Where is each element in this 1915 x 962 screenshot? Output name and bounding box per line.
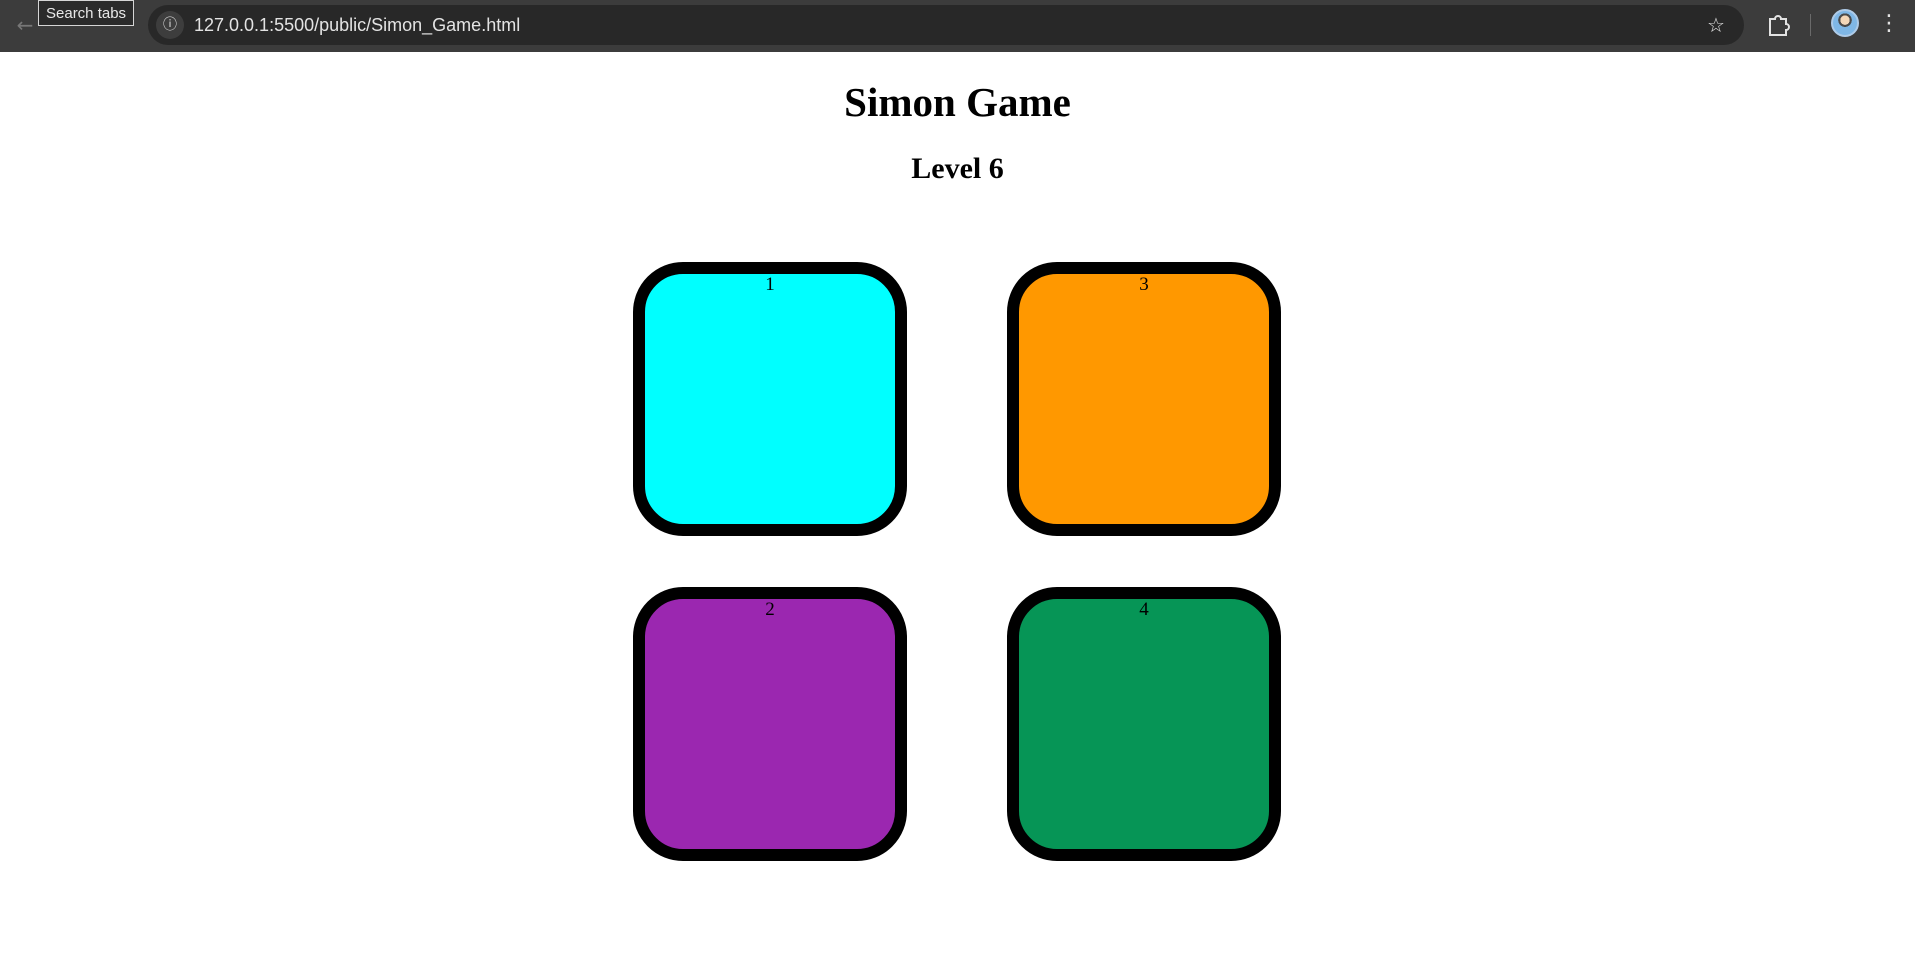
game-button-label: 2 bbox=[765, 599, 775, 620]
game-button-4[interactable]: 4 bbox=[1007, 587, 1281, 861]
game-button-2[interactable]: 2 bbox=[633, 587, 907, 861]
avatar[interactable] bbox=[1831, 9, 1859, 37]
info-icon[interactable]: ⓘ bbox=[156, 11, 184, 39]
toolbar-divider bbox=[1810, 14, 1811, 36]
level-title: Level 6 bbox=[911, 152, 1004, 185]
star-icon[interactable]: ☆ bbox=[1702, 11, 1730, 39]
game-button-label: 4 bbox=[1139, 599, 1149, 620]
page-title: Simon Game bbox=[844, 79, 1071, 125]
address-bar[interactable]: ⓘ 127.0.0.1:5500/public/Simon_Game.html … bbox=[148, 5, 1744, 45]
game-button-1[interactable]: 1 bbox=[633, 262, 907, 536]
arrow-left-icon[interactable]: ← bbox=[12, 12, 38, 38]
kebab-menu-icon[interactable]: ⋮ bbox=[1878, 9, 1900, 39]
browser-toolbar: ← Search tabs ⓘ 127.0.0.1:5500/public/Si… bbox=[0, 0, 1915, 52]
url-text[interactable]: 127.0.0.1:5500/public/Simon_Game.html bbox=[194, 5, 520, 45]
game-button-label: 3 bbox=[1139, 274, 1149, 295]
puzzle-icon[interactable] bbox=[1763, 10, 1793, 40]
game-button-3[interactable]: 3 bbox=[1007, 262, 1281, 536]
game-button-label: 1 bbox=[765, 274, 775, 295]
tooltip: Search tabs bbox=[38, 0, 135, 26]
